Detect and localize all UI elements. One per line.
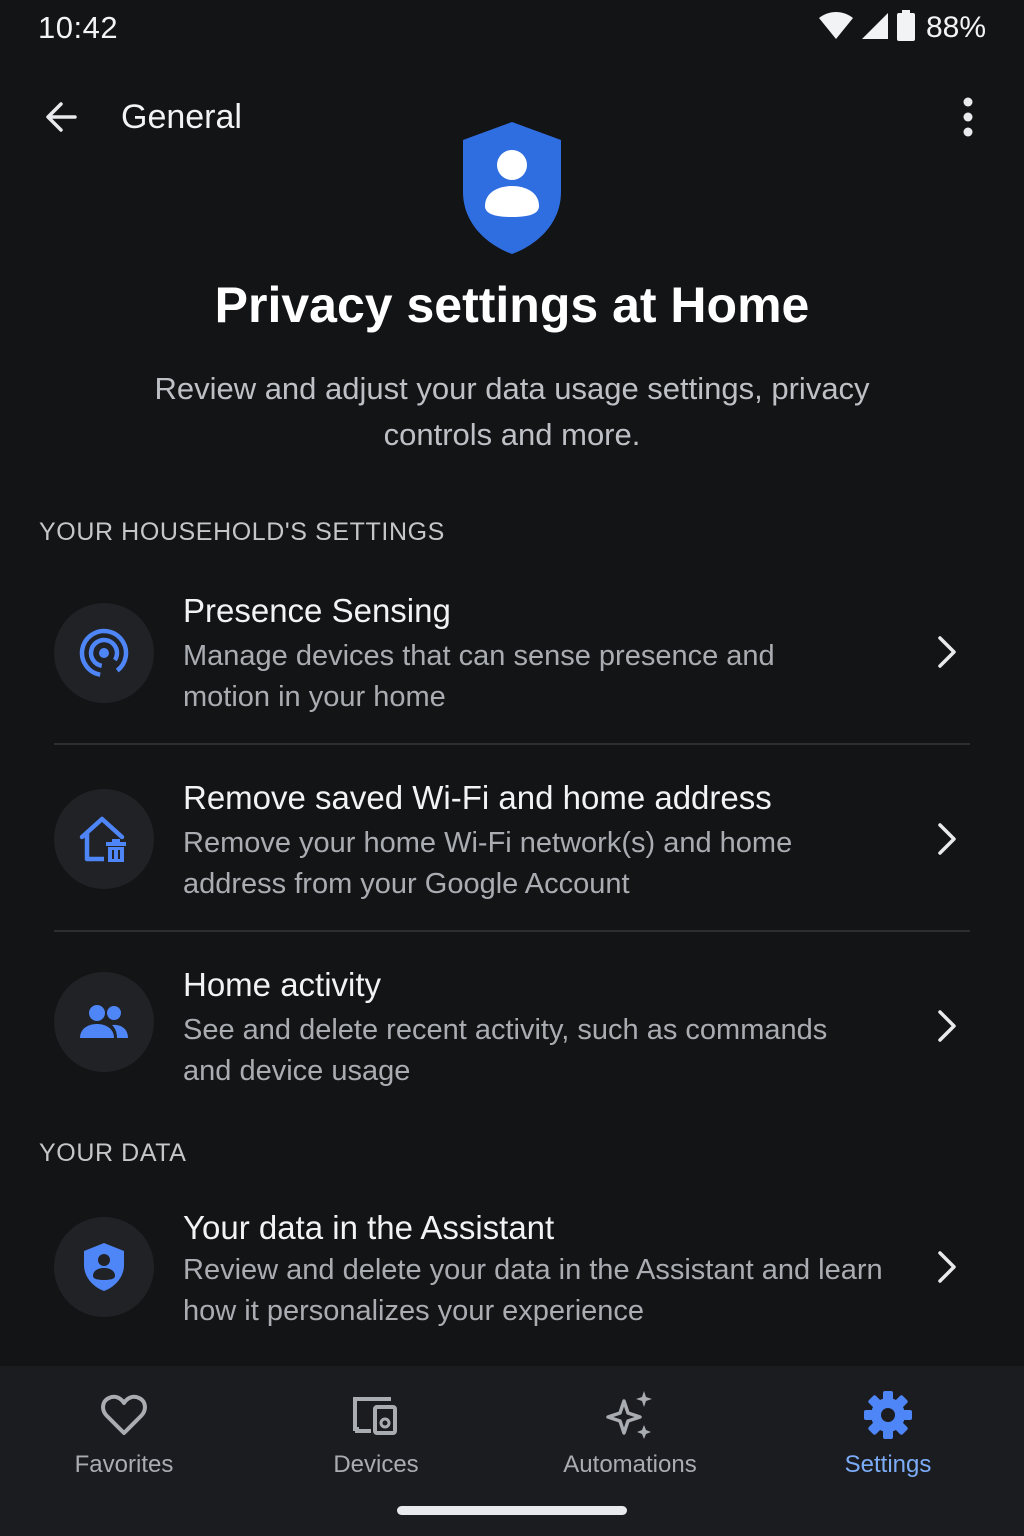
arrow-back-icon: [41, 97, 81, 142]
chevron-right-icon: [930, 1247, 964, 1287]
sparkle-icon: [603, 1388, 657, 1442]
nav-favorites[interactable]: Favorites: [4, 1366, 244, 1496]
presence-sensing-row[interactable]: Presence Sensing Manage devices that can…: [0, 590, 1024, 740]
row-description: Manage devices that can sense presence a…: [183, 640, 775, 713]
row-title: Remove saved Wi-Fi and home address: [183, 779, 772, 816]
nav-label: Settings: [844, 1451, 932, 1478]
presence-sensing-icon: [54, 603, 154, 703]
chevron-right-icon: [930, 819, 964, 859]
chevron-right-icon: [930, 1006, 964, 1046]
row-description: Review and delete your data in the Assis…: [183, 1254, 883, 1327]
assistant-data-row[interactable]: Your data in the Assistant Review and de…: [0, 1207, 1024, 1347]
home-delete-icon: [54, 789, 154, 889]
home-indicator[interactable]: [397, 1506, 627, 1515]
heart-icon: [97, 1388, 151, 1442]
remove-wifi-address-row[interactable]: Remove saved Wi-Fi and home address Remo…: [0, 777, 1024, 927]
cell-signal-icon: [860, 11, 890, 46]
nav-label: Devices: [333, 1451, 419, 1478]
section-header-your-data: YOUR DATA: [39, 1139, 187, 1167]
nav-label: Automations: [563, 1451, 697, 1478]
more-vert-icon: [961, 97, 975, 142]
row-title: Your data in the Assistant: [183, 1209, 555, 1246]
home-activity-row[interactable]: Home activity See and delete recent acti…: [0, 964, 1024, 1114]
shield-person-icon: [54, 1217, 154, 1317]
devices-icon: [349, 1388, 403, 1442]
page-title: General: [121, 98, 242, 136]
divider: [54, 930, 970, 932]
hero-title: Privacy settings at Home: [214, 277, 810, 333]
hero-subtitle: Review and adjust your data usage settin…: [154, 371, 870, 452]
nav-devices[interactable]: Devices: [256, 1366, 496, 1496]
wifi-icon: [818, 11, 854, 45]
more-options-button[interactable]: [948, 94, 988, 144]
gear-icon: [861, 1388, 915, 1442]
section-header-household: YOUR HOUSEHOLD'S SETTINGS: [39, 518, 445, 546]
status-icons: 88%: [818, 8, 986, 48]
nav-label: Favorites: [74, 1451, 174, 1478]
nav-settings[interactable]: Settings: [768, 1366, 1008, 1496]
battery-icon: [896, 9, 916, 47]
battery-percent: 88%: [925, 11, 986, 44]
people-icon: [54, 972, 154, 1072]
row-description: Remove your home Wi-Fi network(s) and ho…: [183, 827, 793, 900]
row-title: Presence Sensing: [183, 592, 451, 629]
back-button[interactable]: [36, 94, 86, 144]
status-time: 10:42: [38, 10, 119, 45]
status-bar: 10:42 88%: [0, 0, 1024, 60]
row-title: Home activity: [183, 966, 382, 1003]
chevron-right-icon: [930, 632, 964, 672]
nav-automations[interactable]: Automations: [510, 1366, 750, 1496]
divider: [54, 743, 970, 745]
shield-person-icon: [457, 120, 567, 256]
row-description: See and delete recent activity, such as …: [183, 1014, 828, 1087]
